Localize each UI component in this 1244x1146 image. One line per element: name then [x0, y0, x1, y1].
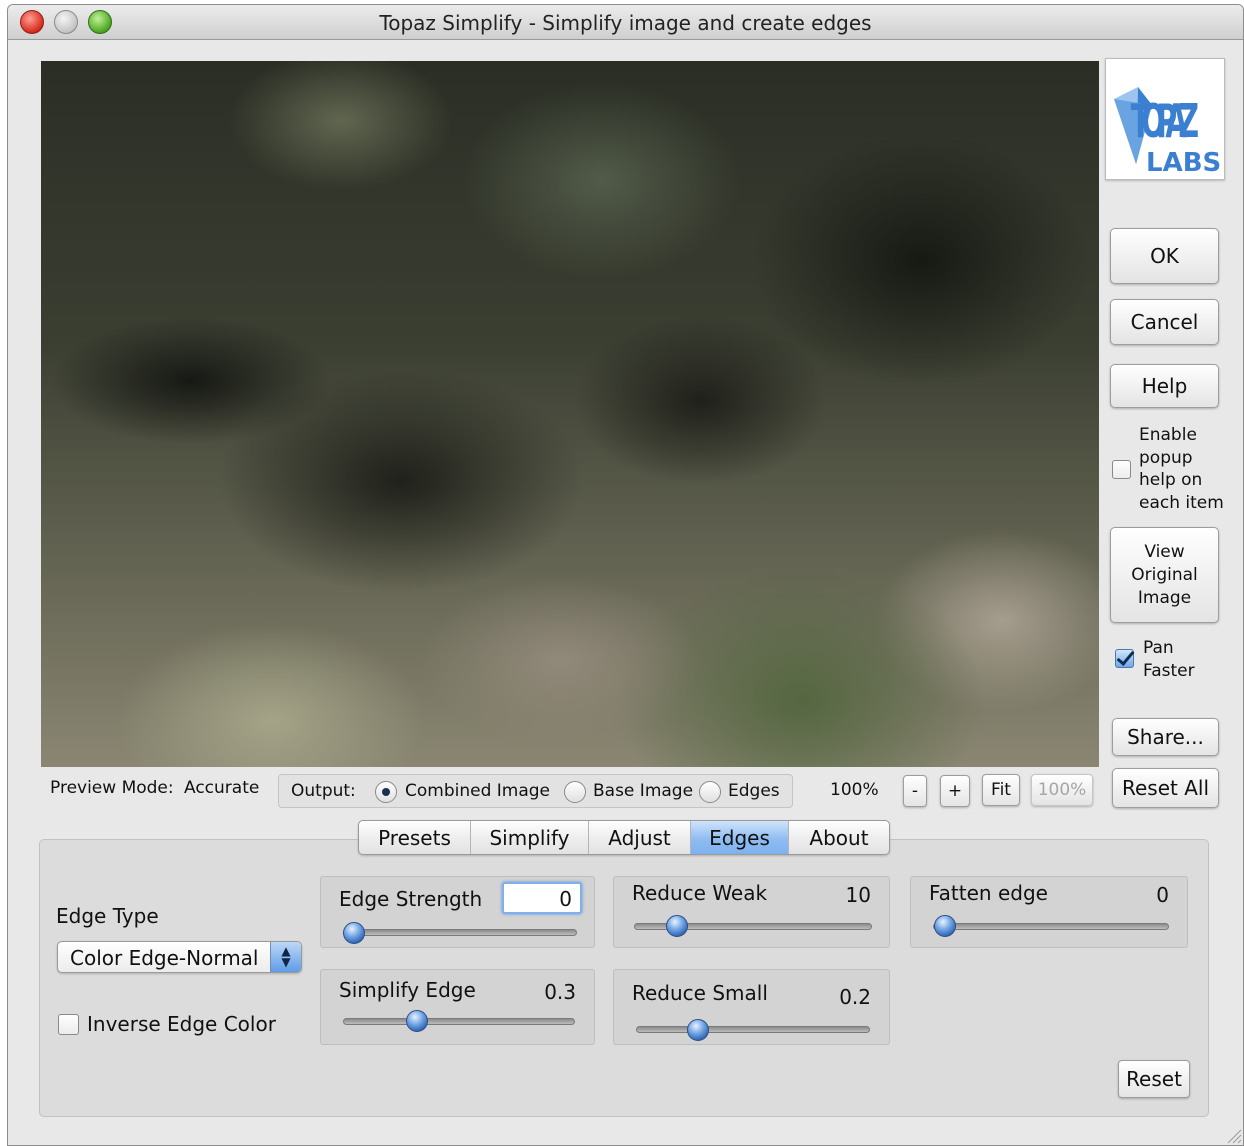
svg-text:LABS: LABS	[1146, 148, 1221, 178]
output-combined-image-label[interactable]: Combined Image	[405, 781, 550, 801]
simplify-edge-label: Simplify Edge	[339, 978, 476, 1002]
edge-strength-slider-thumb[interactable]	[343, 922, 365, 944]
pan-faster-checkbox[interactable]	[1115, 649, 1134, 668]
output-combined-image-radio[interactable]	[375, 781, 397, 803]
select-arrows-icon: ▲ ▼	[270, 942, 301, 972]
image-preview[interactable]	[41, 61, 1099, 767]
edge-strength-control: Edge Strength 0	[320, 876, 595, 948]
zoom-out-button[interactable]: -	[903, 775, 927, 807]
preview-mode-value: Accurate	[184, 778, 260, 798]
enable-popup-help-checkbox[interactable]	[1112, 460, 1131, 479]
edge-type-select[interactable]: Color Edge-Normal ▲ ▼	[57, 941, 302, 973]
simplify-edge-value: 0.3	[544, 980, 576, 1004]
fatten-edge-track[interactable]	[933, 923, 1169, 930]
fatten-edge-control: Fatten edge 0	[910, 876, 1188, 948]
resize-grip-icon[interactable]	[1224, 1126, 1242, 1144]
fatten-edge-slider-thumb[interactable]	[934, 915, 956, 937]
fatten-edge-value: 0	[1156, 883, 1169, 907]
simplify-edge-slider-thumb[interactable]	[406, 1010, 428, 1032]
preview-mode-label: Preview Mode:	[50, 778, 174, 798]
tab-bar: Presets Simplify Adjust Edges About	[358, 820, 890, 855]
edge-strength-track[interactable]	[343, 929, 577, 936]
title-bar[interactable]: Topaz Simplify - Simplify image and crea…	[8, 5, 1243, 40]
reset-button[interactable]: Reset	[1118, 1060, 1190, 1098]
window-title: Topaz Simplify - Simplify image and crea…	[379, 11, 872, 35]
reset-all-button[interactable]: Reset All	[1112, 768, 1219, 808]
help-button[interactable]: Help	[1110, 364, 1219, 408]
zoom-level: 100%	[830, 780, 879, 800]
pan-faster-label: Pan Faster	[1143, 638, 1195, 681]
tab-simplify[interactable]: Simplify	[471, 821, 589, 854]
topaz-labs-logo-icon: TOPAZ LABS	[1114, 87, 1221, 178]
reduce-small-slider-thumb[interactable]	[686, 1019, 709, 1041]
edge-type-label: Edge Type	[56, 904, 159, 928]
reduce-weak-label: Reduce Weak	[632, 881, 768, 905]
share-button[interactable]: Share...	[1112, 718, 1219, 756]
cancel-button[interactable]: Cancel	[1110, 299, 1219, 345]
simplify-edge-control: Simplify Edge 0.3	[320, 969, 595, 1045]
reduce-weak-control: Reduce Weak 10	[613, 876, 890, 948]
tab-about[interactable]: About	[789, 821, 889, 854]
tab-adjust[interactable]: Adjust	[589, 821, 691, 854]
reduce-weak-slider-thumb[interactable]	[666, 915, 689, 937]
output-selector: Output: Combined Image Base Image Edges	[278, 774, 793, 808]
simplify-edge-track[interactable]	[343, 1018, 575, 1025]
inverse-edge-color-checkbox[interactable]	[58, 1014, 79, 1035]
fatten-edge-label: Fatten edge	[929, 881, 1048, 905]
zoom-100-button[interactable]: 100%	[1031, 774, 1093, 806]
reduce-small-value: 0.2	[839, 985, 871, 1009]
reduce-weak-value: 10	[845, 883, 871, 907]
output-edges-label[interactable]: Edges	[728, 781, 780, 801]
edge-strength-label: Edge Strength	[339, 887, 483, 911]
ok-button[interactable]: OK	[1110, 228, 1219, 284]
view-original-image-button[interactable]: View Original Image	[1110, 527, 1219, 623]
reduce-small-track[interactable]	[636, 1026, 870, 1033]
topaz-labs-logo: TOPAZ LABS	[1105, 58, 1225, 180]
zoom-in-button[interactable]: +	[940, 775, 970, 807]
output-base-image-label[interactable]: Base Image	[593, 781, 693, 801]
fit-button[interactable]: Fit	[982, 774, 1020, 806]
reduce-small-control: Reduce Small 0.2	[613, 969, 890, 1045]
enable-popup-help-label: Enable popup help on each item	[1139, 425, 1224, 513]
tab-presets[interactable]: Presets	[359, 821, 471, 854]
reduce-small-label: Reduce Small	[632, 981, 768, 1005]
svg-text:TOPAZ: TOPAZ	[1131, 95, 1199, 149]
tab-edges[interactable]: Edges	[691, 821, 789, 854]
edge-type-value: Color Edge-Normal	[70, 946, 259, 970]
inverse-edge-color-label[interactable]: Inverse Edge Color	[87, 1012, 276, 1036]
output-label: Output:	[291, 781, 356, 801]
output-edges-radio[interactable]	[699, 781, 721, 803]
edge-strength-input[interactable]: 0	[502, 882, 582, 914]
output-base-image-radio[interactable]	[564, 781, 586, 803]
